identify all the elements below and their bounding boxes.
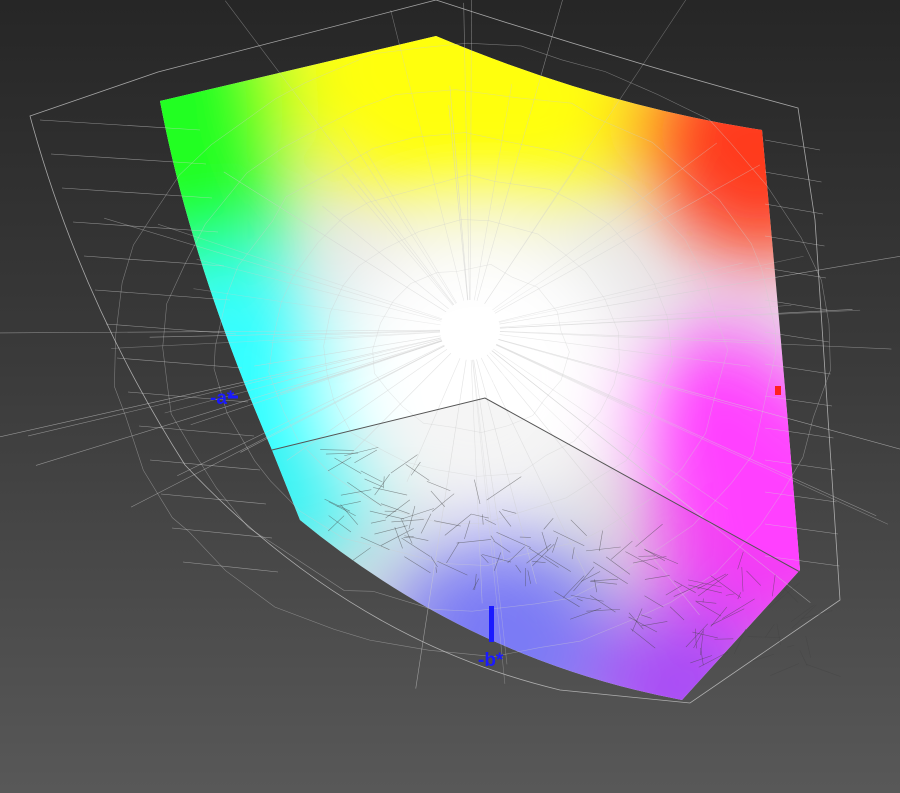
gamut-solid (160, 36, 800, 700)
l-axis-label: L* (488, 368, 508, 389)
neg-b-axis-bar (489, 606, 494, 642)
gamut-canvas: -a* -b* L* (0, 0, 900, 704)
neg-b-axis-label: -b* (478, 650, 504, 671)
neg-a-axis-label: -a* (210, 388, 235, 409)
pos-a-axis-tick (775, 386, 781, 395)
gamut-3d-view: -a* -b* L* (0, 0, 900, 793)
